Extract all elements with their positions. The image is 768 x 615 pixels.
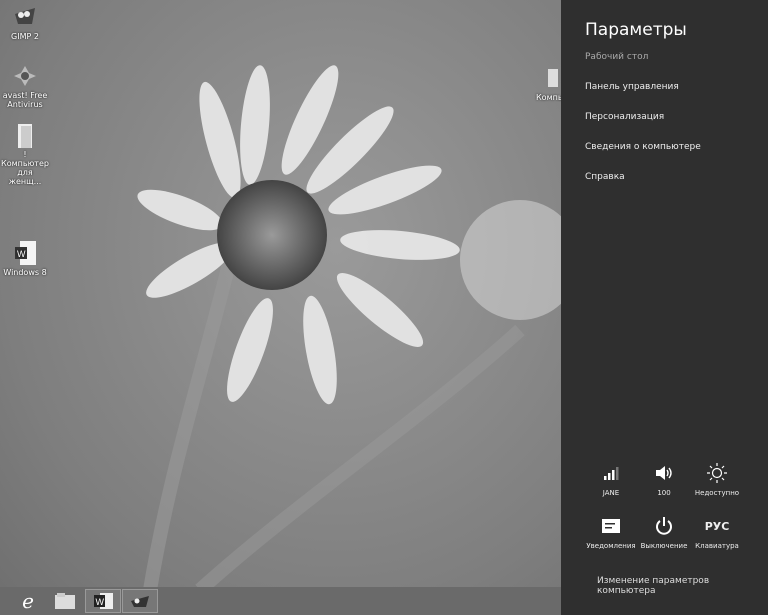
power-label: Выключение <box>640 542 688 550</box>
desktop-icon-gimp[interactable]: GIMP 2 <box>0 4 50 41</box>
menu-personalization[interactable]: Персонализация <box>585 112 664 122</box>
computer-icon <box>546 65 561 91</box>
desktop-icon-avast[interactable]: avast! Free Antivirus <box>0 63 50 109</box>
keyboard-icon: РУС <box>704 519 730 533</box>
menu-control-panel[interactable]: Панель управления <box>585 82 679 92</box>
folder-icon <box>55 593 75 609</box>
desktop-icon-label: avast! Free Antivirus <box>2 91 48 109</box>
taskbar-internet-explorer[interactable]: e <box>10 589 46 613</box>
flower-wallpaper <box>137 65 561 596</box>
volume-label: 100 <box>657 489 671 497</box>
menu-pc-info[interactable]: Сведения о компьютере <box>585 142 701 152</box>
network-button[interactable]: JANE <box>581 463 641 497</box>
notifications-button[interactable]: Уведомления <box>581 516 641 550</box>
desktop-icon-computer[interactable]: Компь <box>536 65 561 102</box>
network-label: JANE <box>602 489 620 497</box>
ie-icon: e <box>22 589 34 613</box>
wifi-signal-icon <box>581 463 641 483</box>
volume-button[interactable]: 100 <box>634 463 694 497</box>
desktop-icon-label: !Компьютер для женщ... <box>1 150 49 186</box>
desktop-icon-label: Компь <box>536 93 561 102</box>
desktop-icon-word-document[interactable]: W Windows 8 <box>0 240 50 277</box>
notifications-label: Уведомления <box>586 542 636 550</box>
word-icon: W <box>94 593 113 609</box>
notifications-icon <box>581 516 641 536</box>
folder-icon <box>12 122 38 148</box>
taskbar: e W <box>0 587 561 615</box>
volume-icon <box>634 463 694 483</box>
taskbar-gimp[interactable] <box>122 589 158 613</box>
power-button[interactable]: Выключение <box>634 516 694 550</box>
change-pc-settings-link[interactable]: Изменение параметров компьютера <box>597 576 768 596</box>
power-icon <box>634 516 694 536</box>
menu-help[interactable]: Справка <box>585 172 625 182</box>
desktop: GIMP 2 avast! Free Antivirus !Компьютер … <box>0 0 561 615</box>
desktop-icon-folder[interactable]: !Компьютер для женщ... <box>0 122 50 186</box>
keyboard-button[interactable]: РУС Клавиатура <box>687 516 747 551</box>
taskbar-file-explorer[interactable] <box>47 589 83 613</box>
brightness-icon <box>687 463 747 483</box>
panel-title: Параметры <box>585 20 687 40</box>
panel-subtitle: Рабочий стол <box>585 52 649 62</box>
taskbar-word[interactable]: W <box>85 589 121 613</box>
gimp-icon <box>131 596 149 607</box>
brightness-button[interactable]: Недоступно <box>687 463 747 497</box>
word-document-icon: W <box>12 240 38 266</box>
settings-charm-panel: Параметры Рабочий стол Панель управления… <box>561 0 768 615</box>
svg-text:W: W <box>96 597 105 607</box>
svg-text:W: W <box>17 249 26 259</box>
brightness-label: Недоступно <box>694 489 740 497</box>
desktop-icon-label: GIMP 2 <box>11 32 39 41</box>
desktop-icon-label: Windows 8 <box>3 268 47 277</box>
avast-icon <box>12 63 38 89</box>
keyboard-label: Клавиатура <box>695 542 739 550</box>
gimp-icon <box>12 4 38 30</box>
